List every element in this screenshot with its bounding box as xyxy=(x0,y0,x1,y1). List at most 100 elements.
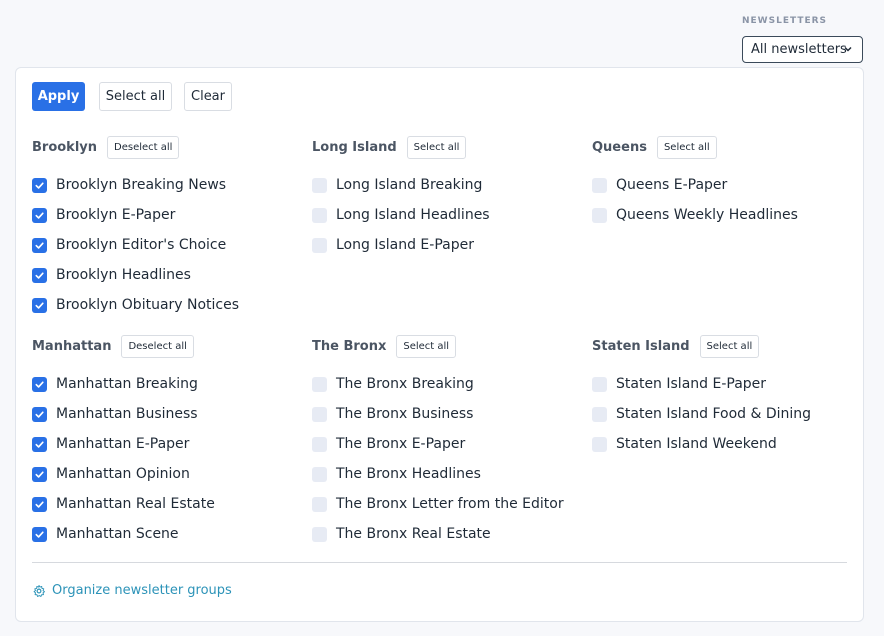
newsletter-option[interactable]: Brooklyn Obituary Notices xyxy=(32,290,239,320)
dropdown-value: All newsletters xyxy=(751,42,847,57)
newsletter-list: Queens E-Paper Queens Weekly Headlines xyxy=(592,170,798,230)
checkbox-checked[interactable] xyxy=(32,406,47,422)
newsletter-list: The Bronx Breaking The Bronx Business The … xyxy=(312,369,564,549)
checkmark-icon xyxy=(35,380,44,388)
newsletter-label: Brooklyn Breaking News xyxy=(56,177,227,193)
checkmark-icon xyxy=(35,530,44,538)
newsletter-label: Long Island Breaking xyxy=(336,177,483,193)
group-staten-island: Staten Island Select all Staten Island E-P… xyxy=(592,334,811,459)
newsletter-option[interactable]: Manhattan E-Paper xyxy=(32,429,215,459)
checkbox-unchecked[interactable] xyxy=(312,177,327,193)
select-all-button-staten-island[interactable]: Select all xyxy=(699,334,760,358)
checkmark-icon xyxy=(35,470,44,478)
checkbox-checked[interactable] xyxy=(32,237,47,253)
newsletter-option[interactable]: Long Island E-Paper xyxy=(312,230,490,260)
select-all-button-long-island[interactable]: Select all xyxy=(406,135,467,159)
newsletter-option[interactable]: The Bronx Breaking xyxy=(312,369,564,399)
newsletter-label: Manhattan Opinion xyxy=(56,466,190,482)
newsletter-option[interactable]: Long Island Breaking xyxy=(312,170,490,200)
checkbox-checked[interactable] xyxy=(32,207,47,223)
checkbox-unchecked[interactable] xyxy=(312,237,327,253)
checkbox-unchecked[interactable] xyxy=(312,406,327,422)
checkbox-unchecked[interactable] xyxy=(592,177,607,193)
group-brooklyn: Brooklyn Deselect all Brooklyn Breaking Ne… xyxy=(32,135,239,320)
checkbox-checked[interactable] xyxy=(32,466,47,482)
checkbox-checked[interactable] xyxy=(32,177,47,193)
group-header: Long Island Select all xyxy=(312,135,490,159)
newsletter-option[interactable]: Long Island Headlines xyxy=(312,200,490,230)
newsletter-option[interactable]: Manhattan Real Estate xyxy=(32,489,215,519)
newsletter-label: Queens Weekly Headlines xyxy=(616,207,798,223)
newsletter-label: Manhattan Business xyxy=(56,406,198,422)
checkbox-unchecked[interactable] xyxy=(592,436,607,452)
group-header: Brooklyn Deselect all xyxy=(32,135,239,159)
checkbox-checked[interactable] xyxy=(32,267,47,283)
newsletter-option[interactable]: The Bronx Business xyxy=(312,399,564,429)
divider xyxy=(32,562,847,563)
checkbox-checked[interactable] xyxy=(32,436,47,452)
group-the-bronx: The Bronx Select all The Bronx Breaking The… xyxy=(312,334,564,549)
organize-groups-link[interactable]: Organize newsletter groups xyxy=(32,583,232,598)
newsletter-label: Brooklyn Editor's Choice xyxy=(56,237,227,253)
newsletter-filter-panel: Apply Select all Clear Brooklyn Deselect … xyxy=(15,67,864,622)
newsletter-label: Manhattan Breaking xyxy=(56,376,198,392)
newsletter-option[interactable]: Manhattan Breaking xyxy=(32,369,215,399)
newsletter-list: Brooklyn Breaking News Brooklyn E-Paper Br… xyxy=(32,170,239,320)
checkmark-icon xyxy=(35,241,44,249)
newsletter-option[interactable]: Manhattan Opinion xyxy=(32,459,215,489)
newsletter-option[interactable]: Staten Island E-Paper xyxy=(592,369,811,399)
checkmark-icon xyxy=(35,500,44,508)
newsletter-option[interactable]: Staten Island Weekend xyxy=(592,429,811,459)
checkbox-checked[interactable] xyxy=(32,496,47,512)
group-title: Staten Island xyxy=(592,338,690,354)
newsletter-option[interactable]: The Bronx E-Paper xyxy=(312,429,564,459)
checkmark-icon xyxy=(35,181,44,189)
deselect-all-button-brooklyn[interactable]: Deselect all xyxy=(107,135,180,159)
checkbox-unchecked[interactable] xyxy=(312,466,327,482)
newsletter-label: Staten Island E-Paper xyxy=(616,376,767,392)
newsletter-option[interactable]: Queens Weekly Headlines xyxy=(592,200,798,230)
newsletter-option[interactable]: Queens E-Paper xyxy=(592,170,798,200)
checkbox-unchecked[interactable] xyxy=(592,207,607,223)
group-title: Queens xyxy=(592,139,647,155)
deselect-all-button-manhattan[interactable]: Deselect all xyxy=(121,334,194,358)
checkbox-checked[interactable] xyxy=(32,297,47,313)
checkbox-checked[interactable] xyxy=(32,526,47,542)
newsletter-option[interactable]: Staten Island Food & Dining xyxy=(592,399,811,429)
newsletter-option[interactable]: Brooklyn E-Paper xyxy=(32,200,239,230)
newsletter-option[interactable]: Brooklyn Breaking News xyxy=(32,170,239,200)
newsletters-dropdown[interactable]: All newsletters xyxy=(742,36,863,63)
group-title: Manhattan xyxy=(32,338,112,354)
checkbox-unchecked[interactable] xyxy=(312,526,327,542)
checkbox-unchecked[interactable] xyxy=(312,496,327,512)
newsletter-label: The Bronx Breaking xyxy=(336,376,474,392)
checkbox-unchecked[interactable] xyxy=(592,376,607,392)
newsletter-option[interactable]: Manhattan Business xyxy=(32,399,215,429)
checkbox-checked[interactable] xyxy=(32,376,47,392)
apply-button[interactable]: Apply xyxy=(32,82,85,111)
checkbox-unchecked[interactable] xyxy=(592,406,607,422)
select-all-button[interactable]: Select all xyxy=(99,82,172,111)
newsletter-option[interactable]: The Bronx Letter from the Editor xyxy=(312,489,564,519)
select-all-button-queens[interactable]: Select all xyxy=(656,135,717,159)
newsletter-option[interactable]: The Bronx Real Estate xyxy=(312,519,564,549)
organize-groups-label: Organize newsletter groups xyxy=(52,583,232,598)
newsletter-list: Manhattan Breaking Manhattan Business Manh… xyxy=(32,369,215,549)
group-title: The Bronx xyxy=(312,338,387,354)
newsletter-label: Manhattan Real Estate xyxy=(56,496,215,512)
clear-button[interactable]: Clear xyxy=(184,82,232,111)
newsletter-list: Staten Island E-Paper Staten Island Food … xyxy=(592,369,811,459)
checkbox-unchecked[interactable] xyxy=(312,376,327,392)
checkmark-icon xyxy=(35,271,44,279)
checkbox-unchecked[interactable] xyxy=(312,207,327,223)
newsletter-option[interactable]: Brooklyn Headlines xyxy=(32,260,239,290)
checkmark-icon xyxy=(35,410,44,418)
newsletter-option[interactable]: Manhattan Scene xyxy=(32,519,215,549)
newsletter-label: Long Island E-Paper xyxy=(336,237,474,253)
select-all-button-the-bronx[interactable]: Select all xyxy=(396,334,457,358)
newsletter-option[interactable]: Brooklyn Editor's Choice xyxy=(32,230,239,260)
newsletter-option[interactable]: The Bronx Headlines xyxy=(312,459,564,489)
newsletter-label: Staten Island Food & Dining xyxy=(616,406,812,422)
checkbox-unchecked[interactable] xyxy=(312,436,327,452)
group-manhattan: Manhattan Deselect all Manhattan Breaking M… xyxy=(32,334,215,549)
